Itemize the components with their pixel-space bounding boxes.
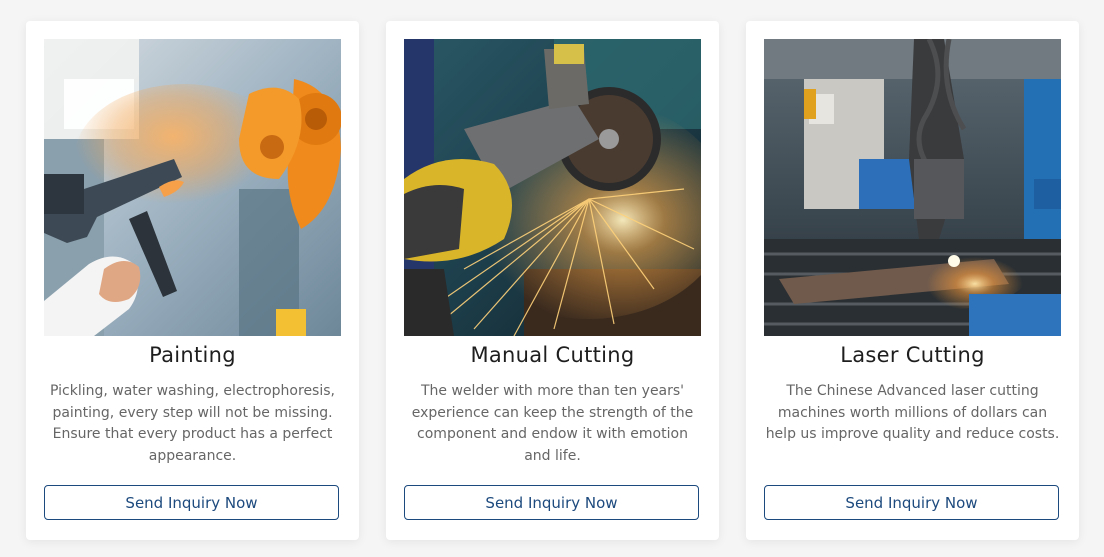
painting-photo: [44, 39, 341, 336]
service-card-manual-cutting: Manual Cutting The welder with more than…: [386, 21, 719, 540]
manual-cutting-photo: [404, 39, 701, 336]
service-card-laser-cutting: Laser Cutting The Chinese Advanced laser…: [746, 21, 1079, 540]
send-inquiry-button[interactable]: Send Inquiry Now: [764, 485, 1059, 520]
laser-cutting-photo: [764, 39, 1061, 336]
card-description: The Chinese Advanced laser cutting machi…: [765, 383, 1060, 442]
card-title: Painting: [149, 343, 236, 367]
services-section: Painting Pickling, water washing, electr…: [0, 0, 1104, 557]
card-description: Pickling, water washing, electrophoresis…: [50, 383, 335, 464]
card-title: Laser Cutting: [840, 343, 985, 367]
card-title: Manual Cutting: [470, 343, 635, 367]
send-inquiry-button[interactable]: Send Inquiry Now: [44, 485, 339, 520]
send-inquiry-button[interactable]: Send Inquiry Now: [404, 485, 699, 520]
service-card-painting: Painting Pickling, water washing, electr…: [26, 21, 359, 540]
card-description: The welder with more than ten years' exp…: [411, 383, 694, 464]
